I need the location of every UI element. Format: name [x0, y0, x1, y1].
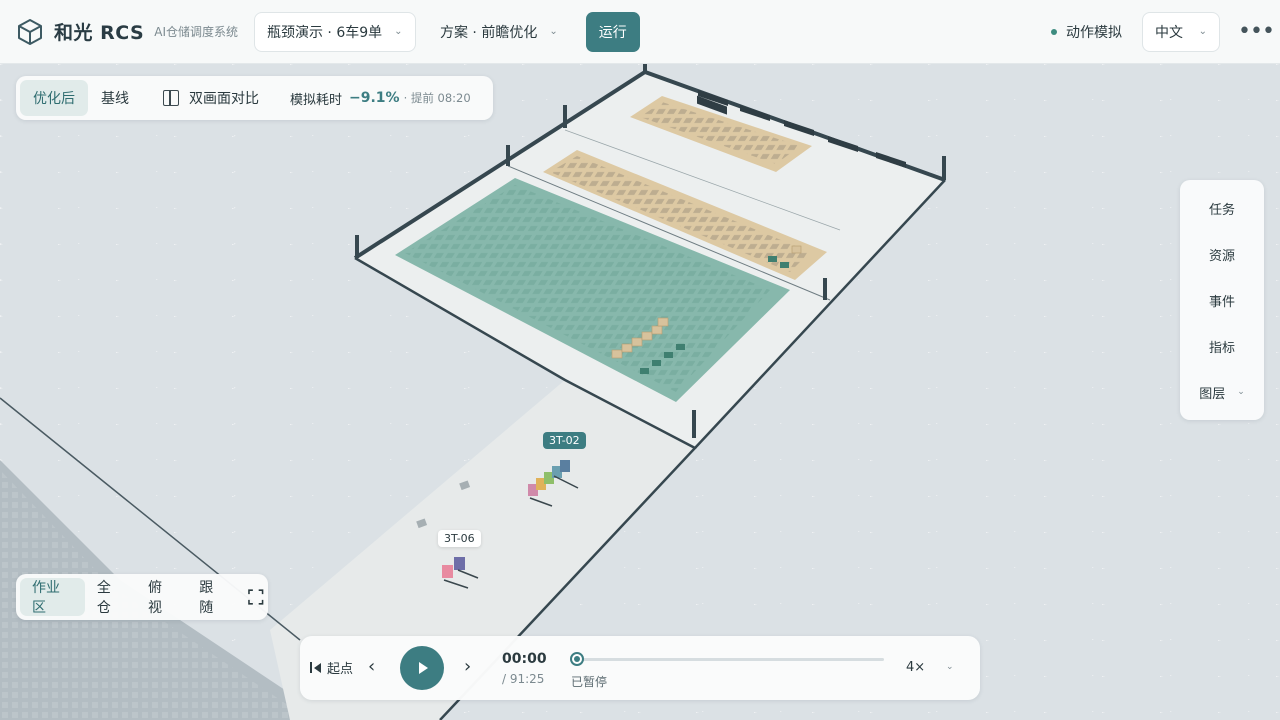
- sidebar-item-resources[interactable]: 资源: [1180, 231, 1264, 277]
- metric-label: 模拟耗时: [290, 92, 343, 108]
- playback-speed[interactable]: 4×: [906, 660, 925, 675]
- playback-bar: 起点 ‹ › 00:00 / 91:25 已暂停 4× ⌄: [300, 636, 980, 700]
- vehicle-tag[interactable]: 3T-02: [543, 432, 586, 449]
- vehicle-tag[interactable]: 3T-06: [438, 530, 481, 547]
- scenario-select-value: 瓶颈演示 · 6车9单: [266, 24, 383, 41]
- more-horizontal-icon[interactable]: •••: [1238, 19, 1275, 44]
- plan-select[interactable]: 方案 · 前瞻优化 ⌄: [428, 12, 570, 52]
- step-back-icon[interactable]: ‹: [368, 656, 375, 677]
- plan-select-value: 方案 · 前瞻优化: [439, 24, 538, 41]
- play-button[interactable]: [400, 646, 444, 690]
- chevron-down-icon[interactable]: ⌄: [946, 662, 954, 672]
- sidebar-item-events[interactable]: 事件: [1180, 277, 1264, 323]
- camera-work-area[interactable]: 作业区: [20, 578, 85, 616]
- camera-whole-warehouse[interactable]: 全仓: [85, 578, 136, 616]
- split-view-icon: [163, 90, 179, 106]
- playback-status: 已暂停: [571, 675, 608, 689]
- split-compare-label: 双画面对比: [189, 91, 259, 107]
- play-icon: [419, 662, 428, 674]
- timeline-handle[interactable]: [570, 652, 584, 666]
- metric-ahead: · 提前 08:20: [403, 91, 471, 105]
- top-bar: 和光 RCS AI仓储调度系统 瓶颈演示 · 6车9单 ⌄ 方案 · 前瞻优化 …: [0, 0, 1280, 64]
- scenario-select[interactable]: 瓶颈演示 · 6车9单 ⌄: [253, 11, 416, 52]
- status-dot-icon: [1051, 28, 1057, 35]
- step-forward-icon[interactable]: ›: [464, 656, 471, 677]
- jump-to-start-button[interactable]: 起点: [310, 658, 353, 677]
- sidebar-item-label: 图层: [1199, 386, 1226, 402]
- run-button[interactable]: 运行: [585, 11, 640, 52]
- sidebar-item-layers[interactable]: 图层 ⌄: [1180, 369, 1264, 415]
- language-select-value: 中文: [1155, 24, 1183, 41]
- timeline-track[interactable]: [576, 658, 884, 661]
- right-sidebar: 任务 资源 事件 指标 图层 ⌄: [1180, 180, 1264, 420]
- camera-follow[interactable]: 跟随: [187, 578, 238, 616]
- chevron-down-icon: ⌄: [549, 26, 558, 37]
- camera-top-view[interactable]: 俯视: [136, 578, 187, 616]
- split-compare-button[interactable]: 双画面对比: [150, 80, 272, 116]
- metric-delta: −9.1%: [349, 90, 400, 106]
- chevron-down-icon: ⌄: [1198, 26, 1207, 37]
- skip-start-icon: [310, 662, 312, 673]
- sidebar-item-tasks[interactable]: 任务: [1180, 185, 1264, 231]
- chevron-down-icon: ⌄: [394, 26, 403, 37]
- camera-panel: 作业区 全仓 俯视 跟随: [16, 574, 268, 620]
- sim-mode-label: 动作模拟: [1066, 24, 1122, 41]
- warehouse-3d-view[interactable]: [0, 64, 1280, 720]
- current-time: 00:00: [502, 651, 547, 667]
- chevron-down-icon: ⌄: [1237, 387, 1245, 397]
- tab-optimized[interactable]: 优化后: [20, 80, 88, 116]
- cube-logo-icon: [18, 18, 42, 45]
- language-select[interactable]: 中文 ⌄: [1142, 11, 1220, 52]
- warehouse-scene: [0, 64, 946, 720]
- fullscreen-icon[interactable]: [248, 589, 264, 605]
- sim-mode-toggle[interactable]: 动作模拟: [1051, 22, 1122, 42]
- brand-subtitle: AI仓储调度系统: [154, 25, 238, 39]
- view-toggle-panel: 优化后 基线 双画面对比 模拟耗时 −9.1% · 提前 08:20: [16, 76, 493, 120]
- sim-duration-metric: 模拟耗时 −9.1% · 提前 08:20: [290, 89, 471, 108]
- brand-title: 和光 RCS: [54, 22, 145, 44]
- sidebar-item-metrics[interactable]: 指标: [1180, 323, 1264, 369]
- tab-baseline[interactable]: 基线: [88, 80, 142, 116]
- total-time: / 91:25: [502, 672, 545, 686]
- start-label: 起点: [327, 662, 354, 677]
